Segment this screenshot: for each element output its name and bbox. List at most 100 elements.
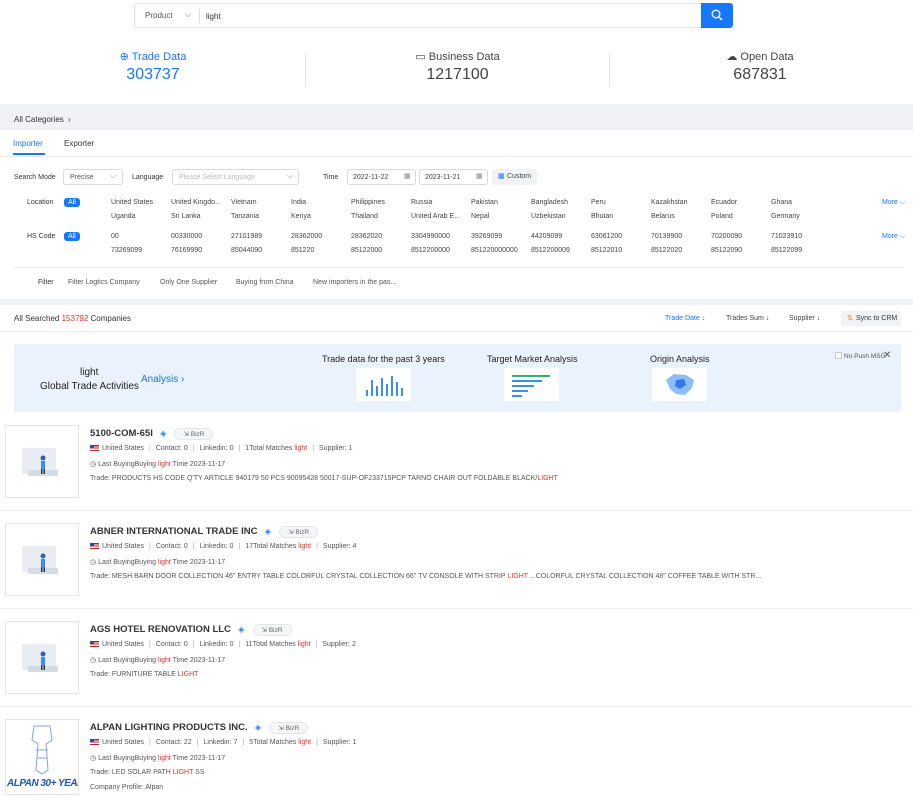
sort-trades-sum[interactable]: Trades Sum ↓ bbox=[726, 315, 769, 322]
all-categories-link[interactable]: All Categories › bbox=[14, 115, 71, 124]
hscode-option[interactable]: 00 bbox=[111, 233, 119, 240]
bizr-badge[interactable]: ⇲ BizR bbox=[269, 722, 309, 734]
clock-icon: ◷ bbox=[90, 559, 97, 566]
hscode-all-button[interactable]: All bbox=[64, 232, 80, 241]
filter-buying-china[interactable]: Buying from China bbox=[236, 279, 294, 286]
location-option[interactable]: Pakistan bbox=[471, 199, 498, 206]
bizr-badge[interactable]: ⇲ BizR bbox=[174, 428, 214, 440]
filter-logistics[interactable]: Filter Logtics Company bbox=[68, 279, 140, 286]
search-divider bbox=[199, 9, 200, 23]
search-input[interactable]: light bbox=[206, 12, 221, 21]
search-button[interactable] bbox=[701, 3, 733, 28]
location-option[interactable]: Peru bbox=[591, 199, 606, 206]
stat-divider bbox=[305, 53, 306, 87]
hscode-option[interactable]: 27101989 bbox=[231, 233, 262, 240]
hscode-option[interactable]: 70139900 bbox=[651, 233, 682, 240]
stat-trade-data[interactable]: ⊕ Trade Data 303737 bbox=[100, 50, 206, 84]
company-meta: United States | Contact: 0 | Linkedin: 0 | 17T… bbox=[90, 543, 356, 550]
location-option[interactable]: Thailand bbox=[351, 213, 378, 220]
location-option[interactable]: Ecuador bbox=[711, 199, 737, 206]
location-option[interactable]: United Arab E... bbox=[411, 213, 460, 220]
company-name[interactable]: AGS HOTEL RENOVATION LLC bbox=[90, 624, 231, 635]
sort-supplier[interactable]: Supplier ↓ bbox=[789, 315, 820, 322]
card-trade-data[interactable]: Trade data for the past 3 years bbox=[322, 354, 445, 364]
sync-crm-button[interactable]: ⇅ Sync to CRM bbox=[841, 311, 901, 326]
company-row[interactable]: ABNER INTERNATIONAL TRADE INC ◈ ⇲ BizR bbox=[90, 526, 319, 538]
hscode-option[interactable]: 71023910 bbox=[771, 233, 802, 240]
company-thumbnail bbox=[5, 425, 79, 498]
hscode-option[interactable]: 85122020 bbox=[651, 247, 682, 254]
chevron-down-icon: ⌵ bbox=[110, 171, 117, 180]
bizr-badge[interactable]: ⇲ BizR bbox=[279, 526, 319, 538]
filter-one-supplier[interactable]: Only One Supplier bbox=[160, 279, 217, 286]
hscode-option[interactable]: 00330000 bbox=[171, 233, 202, 240]
location-option[interactable]: Belarus bbox=[651, 213, 675, 220]
hscode-option[interactable]: 85122000 bbox=[351, 247, 382, 254]
analysis-link[interactable]: Analysis › bbox=[141, 374, 184, 385]
hscode-option[interactable]: 851220000000 bbox=[471, 247, 518, 254]
language-select[interactable]: Please Select Language ⌵ bbox=[172, 169, 299, 185]
location-option[interactable]: Bhutan bbox=[591, 213, 613, 220]
company-row[interactable]: 5100-COM-65I ◈ ⇲ BizR bbox=[90, 428, 214, 440]
stat-open-data[interactable]: ☁ Open Data 687831 bbox=[710, 50, 810, 84]
location-option[interactable]: United Kingdo... bbox=[171, 199, 221, 206]
hscode-option[interactable]: 85122099 bbox=[771, 247, 802, 254]
location-all-button[interactable]: All bbox=[64, 198, 80, 207]
location-option[interactable]: Tanzania bbox=[231, 213, 259, 220]
sort-trade-date[interactable]: Trade Date ↓ bbox=[665, 315, 705, 322]
company-name[interactable]: ABNER INTERNATIONAL TRADE INC bbox=[90, 526, 257, 537]
location-option[interactable]: Germany bbox=[771, 213, 800, 220]
tab-exporter[interactable]: Exporter bbox=[64, 139, 94, 148]
location-option[interactable]: India bbox=[291, 199, 306, 206]
stat-business-data[interactable]: ▭ Business Data 1217100 bbox=[400, 50, 515, 84]
hscode-option[interactable]: 851220 bbox=[291, 247, 314, 254]
location-option[interactable]: Russia bbox=[411, 199, 432, 206]
location-option[interactable]: Nepal bbox=[471, 213, 489, 220]
date-from-input[interactable]: 2022-11-22 ▦ bbox=[347, 169, 416, 185]
company-name[interactable]: ALPAN LIGHTING PRODUCTS INC. bbox=[90, 722, 248, 733]
location-option[interactable]: Kenya bbox=[291, 213, 311, 220]
card-target-market[interactable]: Target Market Analysis bbox=[487, 354, 578, 364]
custom-button[interactable]: ▦ Custom bbox=[492, 169, 537, 185]
no-push-checkbox[interactable] bbox=[835, 352, 842, 359]
location-option[interactable]: Kazakhstan bbox=[651, 199, 688, 206]
calendar-icon: ▦ bbox=[476, 173, 483, 180]
company-name[interactable]: 5100-COM-65I bbox=[90, 428, 153, 439]
tab-importer[interactable]: Importer bbox=[13, 139, 43, 148]
date-to-input[interactable]: 2023-11-21 ▦ bbox=[419, 169, 488, 185]
hscode-option[interactable]: 85122090 bbox=[711, 247, 742, 254]
hscode-option[interactable]: 73269099 bbox=[111, 247, 142, 254]
hscode-option[interactable]: 39269099 bbox=[471, 233, 502, 240]
hscode-option[interactable]: 70200090 bbox=[711, 233, 742, 240]
company-row[interactable]: AGS HOTEL RENOVATION LLC ◈ ⇲ BizR bbox=[90, 624, 292, 636]
hscode-option[interactable]: 28362020 bbox=[351, 233, 382, 240]
location-option[interactable]: Poland bbox=[711, 213, 733, 220]
location-option[interactable]: Vietnam bbox=[231, 199, 257, 206]
last-buying-time: Time 2023-11-17 bbox=[172, 461, 226, 468]
hscode-option[interactable]: 44209099 bbox=[531, 233, 562, 240]
hscode-option[interactable]: 63061200 bbox=[591, 233, 622, 240]
close-icon[interactable]: ✕ bbox=[883, 350, 891, 361]
search-type-select[interactable]: Product ⌵ bbox=[145, 10, 201, 20]
company-row[interactable]: ALPAN LIGHTING PRODUCTS INC. ◈ ⇲ BizR bbox=[90, 722, 309, 734]
hscode-option[interactable]: 85122010 bbox=[591, 247, 622, 254]
bizr-badge[interactable]: ⇲ BizR bbox=[252, 624, 292, 636]
hscode-option[interactable]: 28362000 bbox=[291, 233, 322, 240]
hscode-option[interactable]: 85044090 bbox=[231, 247, 262, 254]
hscode-option[interactable]: 3304990000 bbox=[411, 233, 450, 240]
location-option[interactable]: United States bbox=[111, 199, 153, 206]
filter-new-importers[interactable]: New importers in the pas... bbox=[313, 279, 396, 286]
location-option[interactable]: Ghana bbox=[771, 199, 792, 206]
hscode-option[interactable]: 76169990 bbox=[171, 247, 202, 254]
search-mode-select[interactable]: Precise ⌵ bbox=[63, 169, 123, 185]
hscode-option[interactable]: 8512200000 bbox=[411, 247, 450, 254]
hscode-option[interactable]: 8512200009 bbox=[531, 247, 570, 254]
location-option[interactable]: Bangladesh bbox=[531, 199, 568, 206]
hscode-more-button[interactable]: More ⌵ bbox=[882, 233, 905, 241]
location-more-button[interactable]: More ⌵ bbox=[882, 199, 905, 207]
location-option[interactable]: Uzbekistan bbox=[531, 213, 566, 220]
location-option[interactable]: Uganda bbox=[111, 213, 136, 220]
location-option[interactable]: Sri Lanka bbox=[171, 213, 201, 220]
card-origin[interactable]: Origin Analysis bbox=[650, 354, 710, 364]
location-option[interactable]: Philippines bbox=[351, 199, 385, 206]
